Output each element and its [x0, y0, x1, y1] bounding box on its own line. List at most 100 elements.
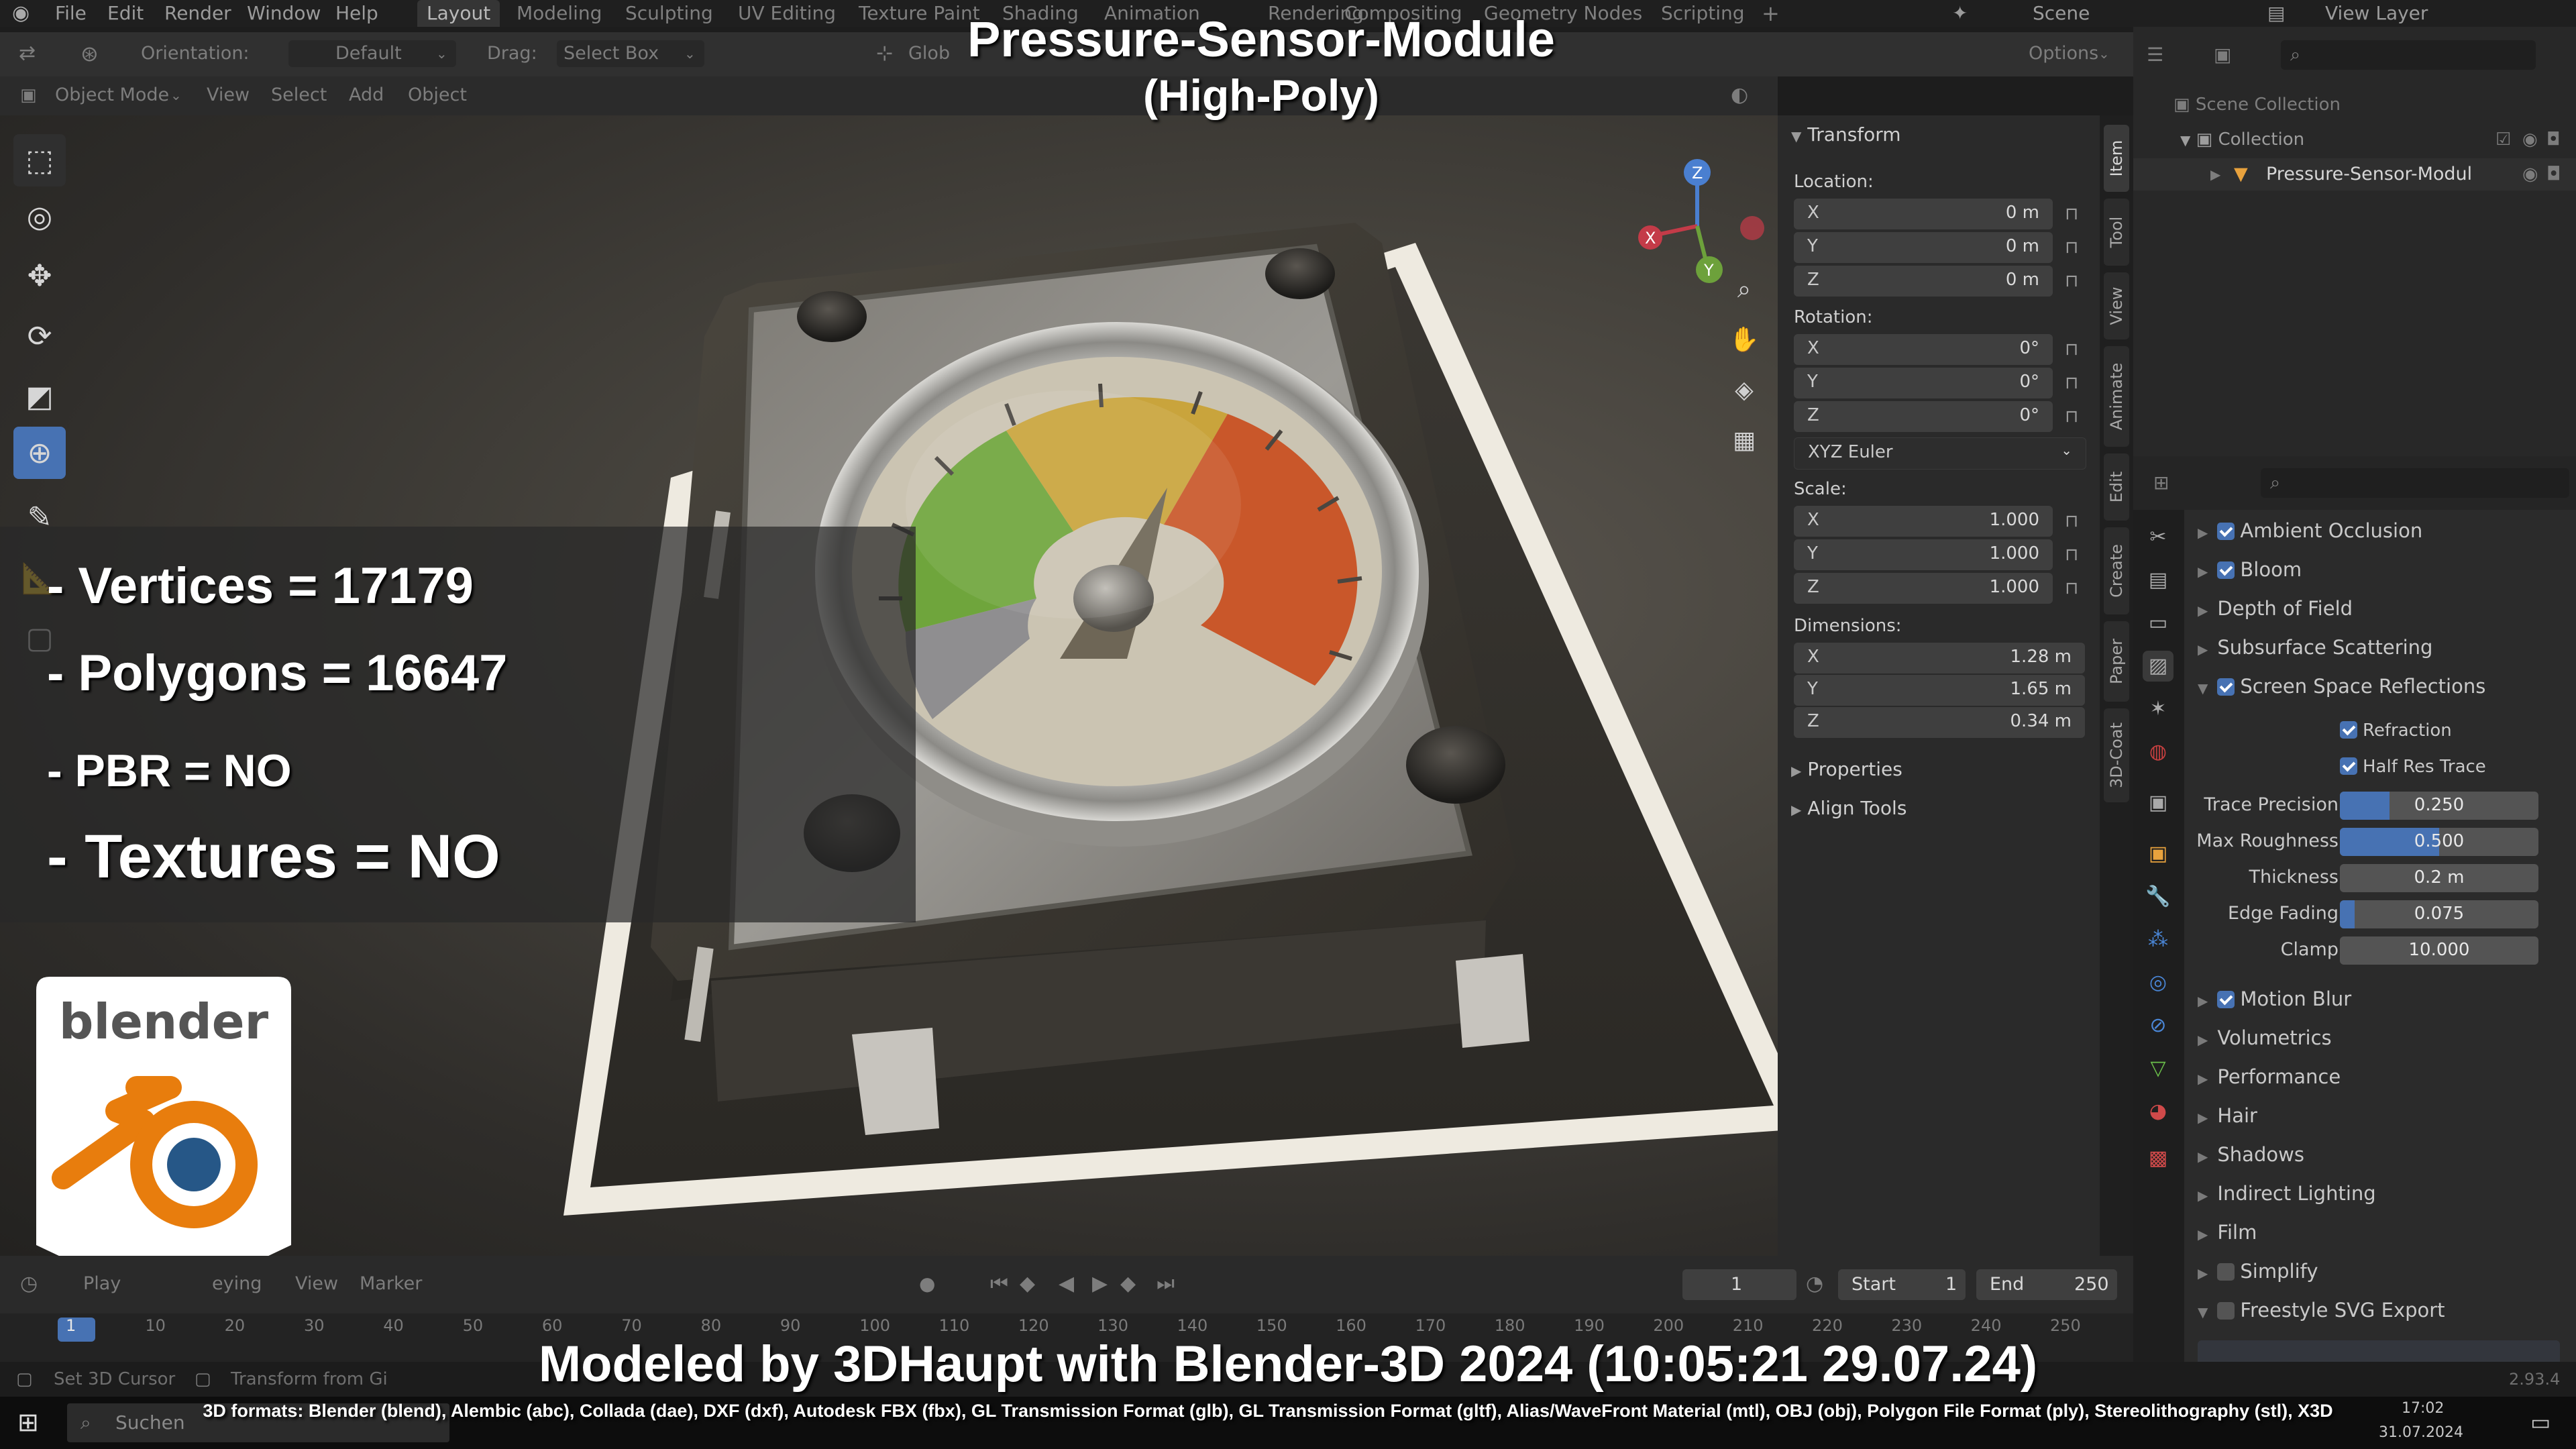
tab-item[interactable]: Item	[2104, 125, 2129, 192]
dimensions-z-field[interactable]: Z 0.34 m	[1794, 707, 2085, 738]
refraction-checkbox[interactable]: Refraction	[2340, 720, 2452, 741]
blender-icon[interactable]: ◉	[12, 0, 30, 27]
physics-icon[interactable]: ◎	[2143, 967, 2174, 998]
thickness-slider[interactable]: 0.2 m	[2340, 864, 2538, 892]
collection-row[interactable]: ▼ ▣ Collection	[2180, 126, 2304, 154]
tab-view[interactable]: View	[2104, 272, 2129, 339]
checkbox-icon[interactable]: ☑	[2496, 126, 2511, 153]
record-icon[interactable]: ●	[919, 1271, 935, 1297]
pan-hand-icon[interactable]: ✋	[1724, 320, 1764, 360]
editor-type-icon[interactable]: ⊞	[2153, 470, 2169, 496]
transform-section-header[interactable]: ▼ Transform	[1791, 123, 1901, 146]
rotation-mode-dropdown[interactable]: XYZ Euler ⌄	[1794, 437, 2086, 470]
lock-icon[interactable]: ⊓	[2065, 545, 2085, 565]
lock-icon[interactable]: ⊓	[2065, 407, 2085, 427]
select-box-tool[interactable]: ⬚	[13, 134, 66, 186]
output-icon[interactable]: ▭	[2143, 608, 2174, 639]
tab-paper[interactable]: Paper	[2104, 621, 2129, 702]
scale-tool[interactable]: ◩	[13, 370, 66, 423]
move-tool[interactable]: ✥	[13, 250, 66, 302]
scene-icon[interactable]: ✶	[2143, 694, 2174, 724]
render-icon[interactable]: ▤	[2143, 565, 2174, 596]
orientation-dropdown[interactable]: Default ⌄	[288, 40, 456, 67]
view-layer-name[interactable]: View Layer	[2325, 0, 2428, 27]
tool-icon[interactable]: ✂	[2143, 522, 2174, 553]
location-z-field[interactable]: Z0 m	[1794, 266, 2053, 297]
lock-icon[interactable]: ⊓	[2065, 339, 2085, 360]
jump-start-icon[interactable]: ⏮	[990, 1271, 1008, 1297]
menu-window[interactable]: Window	[247, 0, 321, 27]
lock-icon[interactable]: ⊓	[2065, 373, 2085, 393]
lock-icon[interactable]: ⊓	[2065, 237, 2085, 258]
depth-of-field-panel[interactable]: ▶ Depth of Field	[2198, 597, 2353, 620]
constraints-icon[interactable]: ⊘	[2143, 1010, 2174, 1041]
dimensions-x-field[interactable]: X 1.28 m	[1794, 643, 2085, 674]
drag-dropdown[interactable]: Select Box ⌄	[557, 40, 704, 67]
grid-icon[interactable]: ▦	[1724, 421, 1764, 461]
transform-tool[interactable]: ⊕	[13, 427, 66, 479]
menu-object[interactable]: Object	[408, 82, 467, 109]
editor-type-icon[interactable]: ☰	[2147, 42, 2163, 68]
transform-tool-icon[interactable]: ⇄	[19, 40, 36, 67]
dimensions-y-field[interactable]: Y 1.65 m	[1794, 675, 2085, 706]
clock-icon[interactable]: ◷	[20, 1271, 38, 1297]
scale-x-field[interactable]: X 1.000	[1794, 506, 2053, 537]
next-key-icon[interactable]: ◆	[1120, 1271, 1136, 1297]
rotation-y-field[interactable]: Y 0°	[1794, 368, 2053, 398]
current-frame-field[interactable]: 1	[1682, 1269, 1796, 1300]
modifier-wrench-icon[interactable]: 🔧	[2143, 881, 2174, 912]
collection-icon[interactable]: ▣	[2143, 788, 2174, 818]
playback-menu[interactable]: Play	[83, 1271, 121, 1297]
visibility-icon[interactable]: ◐	[1731, 82, 1748, 109]
lock-icon[interactable]: ⊓	[2065, 578, 2085, 598]
menu-render[interactable]: Render	[164, 0, 231, 27]
view-layer-icon[interactable]: ▨	[2143, 651, 2174, 682]
tab-tool[interactable]: Tool	[2104, 199, 2129, 266]
film-panel[interactable]: ▶ Film	[2198, 1221, 2257, 1244]
material-icon[interactable]: ◕	[2143, 1096, 2174, 1127]
tab-edit[interactable]: Edit	[2104, 453, 2129, 521]
scale-y-field[interactable]: Y 1.000	[1794, 539, 2053, 570]
particles-icon[interactable]: ⁂	[2143, 924, 2174, 955]
scene-icon[interactable]: ✦	[1952, 0, 1968, 27]
object-icon[interactable]: ▣	[2143, 839, 2174, 869]
ambient-occlusion-panel[interactable]: ▶ Ambient Occlusion	[2198, 519, 2422, 542]
clamp-slider[interactable]: 10.000	[2340, 936, 2538, 965]
play-icon[interactable]: ▶	[1092, 1271, 1108, 1297]
simplify-panel[interactable]: ▶ Simplify	[2198, 1260, 2318, 1283]
shadows-panel[interactable]: ▶ Shadows	[2198, 1143, 2304, 1166]
prev-key-icon[interactable]: ◆	[1020, 1271, 1035, 1297]
freestyle-svg-export-panel[interactable]: ▼ Freestyle SVG Export	[2198, 1299, 2445, 1322]
rotate-tool[interactable]: ⟳	[13, 310, 66, 362]
lock-icon[interactable]: ⊓	[2065, 511, 2085, 531]
outliner-object-row[interactable]: ▶ ▼ Pressure-Sensor-Modul ◉ ◘	[2133, 158, 2576, 191]
start-frame-field[interactable]: Start 1	[1838, 1269, 1966, 1300]
tab-modeling[interactable]: Modeling	[517, 0, 602, 27]
half-res-trace-checkbox[interactable]: Half Res Trace	[2340, 757, 2486, 777]
menu-file[interactable]: File	[55, 0, 87, 27]
scene-name[interactable]: Scene	[2033, 0, 2090, 27]
indirect-lighting-panel[interactable]: ▶ Indirect Lighting	[2198, 1182, 2376, 1205]
cursor-tool[interactable]: ◎	[13, 191, 66, 243]
tab-create[interactable]: Create	[2104, 527, 2129, 614]
notification-icon[interactable]: ▭	[2530, 1409, 2551, 1436]
tab-sculpting[interactable]: Sculpting	[625, 0, 713, 27]
screen-space-reflections-panel[interactable]: ▼ Screen Space Reflections	[2198, 675, 2485, 698]
menu-marker[interactable]: Marker	[360, 1271, 422, 1297]
menu-view[interactable]: View	[295, 1271, 338, 1297]
properties-section[interactable]: ▶ Properties	[1791, 758, 1902, 780]
location-x-field[interactable]: X0 m	[1794, 199, 2053, 229]
camera-icon[interactable]: ◈	[1724, 370, 1764, 411]
volumetrics-panel[interactable]: ▶ Volumetrics	[2198, 1026, 2332, 1049]
jump-end-icon[interactable]: ⏭	[1157, 1271, 1175, 1297]
display-mode-icon[interactable]: ▣	[2214, 42, 2231, 68]
performance-panel[interactable]: ▶ Performance	[2198, 1065, 2341, 1088]
trace-precision-slider[interactable]: 0.250	[2340, 792, 2538, 820]
pivot-icon[interactable]: ⊛	[80, 40, 99, 67]
mode-dropdown[interactable]: Object Mode	[55, 82, 169, 109]
menu-edit[interactable]: Edit	[107, 0, 144, 27]
rotation-z-field[interactable]: Z 0°	[1794, 401, 2053, 432]
view-layer-icon[interactable]: ▤	[2267, 0, 2285, 27]
add-workspace-icon[interactable]: +	[1762, 0, 1780, 27]
rotation-x-field[interactable]: X 0°	[1794, 334, 2053, 365]
